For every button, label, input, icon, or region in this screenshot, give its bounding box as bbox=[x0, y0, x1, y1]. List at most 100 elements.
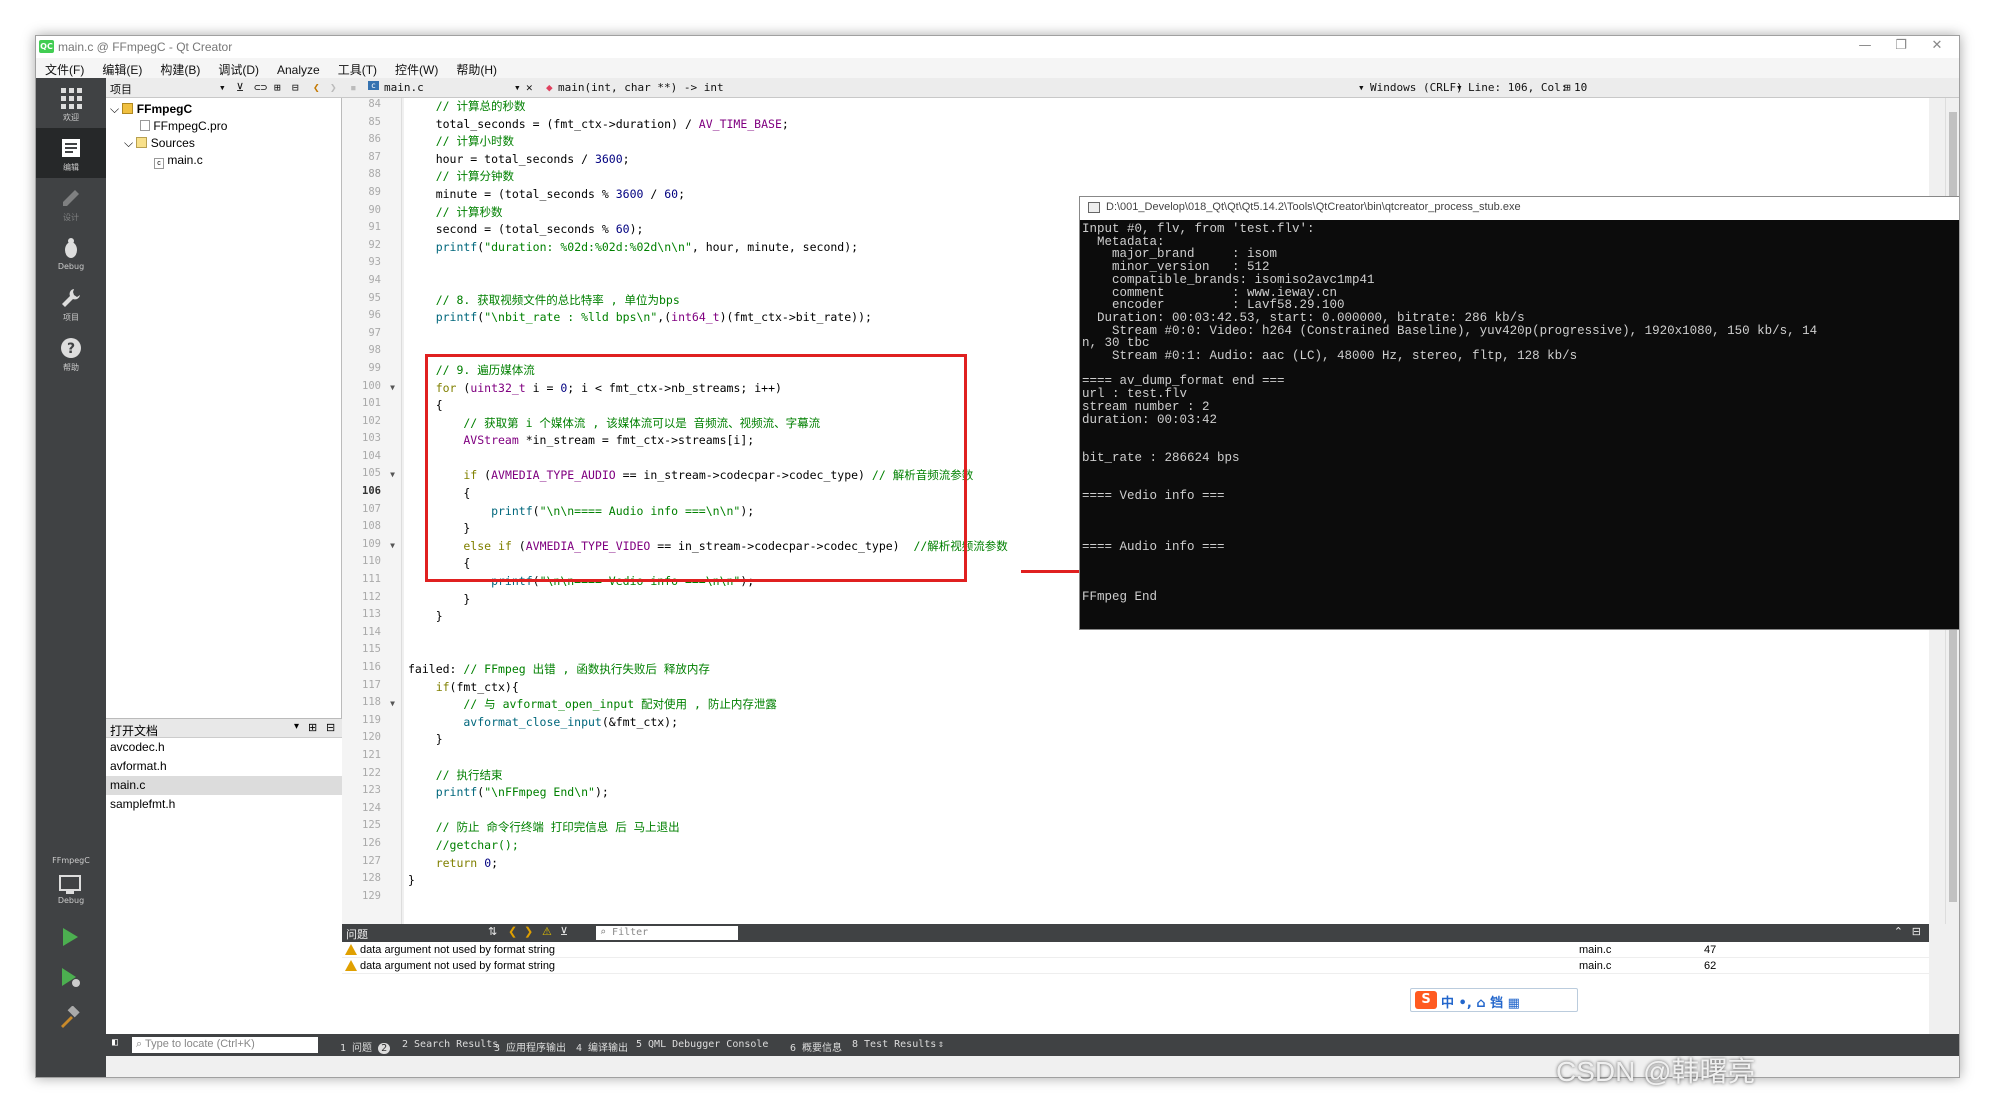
split-icon[interactable]: ⊞ bbox=[274, 81, 281, 94]
warning-filter-icon[interactable]: ⚠ bbox=[542, 925, 552, 938]
menu-tools[interactable]: 工具(T) bbox=[329, 58, 386, 78]
open-document-item[interactable]: samplefmt.h bbox=[106, 795, 342, 814]
maximize-button[interactable]: ❐ bbox=[1887, 38, 1915, 53]
menu-controls[interactable]: 控件(W) bbox=[386, 58, 447, 78]
console-window[interactable]: D:\001_Develop\018_Qt\Qt\Qt5.14.2\Tools\… bbox=[1079, 196, 1959, 630]
open-document-item[interactable]: avformat.h bbox=[106, 757, 342, 776]
line-number-value: 110 bbox=[362, 555, 381, 568]
pane-issues[interactable]: 1 问题 2 bbox=[340, 1039, 391, 1054]
mode-edit[interactable]: 编辑 bbox=[36, 128, 106, 178]
symbol-combo[interactable]: main(int, char **) -> int bbox=[558, 81, 724, 94]
issue-row[interactable]: data argument not used by format string m… bbox=[342, 958, 1929, 974]
svg-text:?: ? bbox=[67, 341, 75, 357]
ime-toolbar[interactable]: S 中 •, ⌂ 铛 ▦ bbox=[1410, 988, 1578, 1012]
line-ending-dropdown-icon[interactable]: ▾ bbox=[1358, 81, 1365, 94]
fold-marker-icon[interactable]: ▼ bbox=[390, 699, 395, 708]
tree-sources[interactable]: ⌵ Sources bbox=[124, 136, 195, 151]
pane-general-messages[interactable]: 6 概要信息 bbox=[790, 1039, 842, 1054]
line-number: 95 bbox=[342, 292, 401, 310]
code-token: // 与 avformat_open_input 配对使用 , 防止内存泄露 bbox=[408, 697, 777, 712]
pane-test-results[interactable]: 8 Test Results bbox=[852, 1039, 936, 1050]
mode-welcome[interactable]: 欢迎 bbox=[36, 78, 106, 128]
pencil-icon bbox=[63, 190, 79, 206]
code-line: } bbox=[404, 731, 1929, 749]
open-document-item[interactable]: avcodec.h bbox=[106, 738, 342, 757]
line-number: 99 bbox=[342, 362, 401, 380]
toggle-sidebar-icon[interactable]: ◧ bbox=[112, 1037, 118, 1048]
lock-icon: ▪ bbox=[350, 81, 357, 94]
maximize-pane-icon[interactable]: ⌃ bbox=[1894, 925, 1903, 938]
fold-marker-icon[interactable]: ▼ bbox=[390, 470, 395, 479]
console-output: Input #0, flv, from 'test.flv': Metadata… bbox=[1082, 222, 1818, 605]
close-pane-icon[interactable]: ⊟ bbox=[1912, 925, 1921, 938]
line-number: 121 bbox=[342, 749, 401, 767]
split-icon[interactable]: ⊞ bbox=[308, 721, 317, 734]
locator-input[interactable]: ⌕ Type to locate (Ctrl+K) bbox=[132, 1037, 318, 1053]
close-pane-icon[interactable]: ⊟ bbox=[292, 81, 299, 94]
cursor-dropdown-icon[interactable]: ▾ bbox=[1456, 81, 1463, 94]
issues-filter-input[interactable]: ⌕ Filter bbox=[596, 926, 738, 940]
target-selector[interactable]: Debug bbox=[36, 870, 106, 920]
tree-root[interactable]: ⌵ FFmpegC bbox=[110, 102, 192, 117]
menu-help[interactable]: 帮助(H) bbox=[447, 58, 506, 78]
open-document-item[interactable]: main.c bbox=[106, 776, 342, 795]
line-ending-combo[interactable]: Windows (CRLF) bbox=[1370, 81, 1463, 94]
close-document-icon[interactable]: ✕ bbox=[526, 81, 533, 94]
close-pane-icon[interactable]: ⊟ bbox=[326, 721, 335, 734]
run-icon[interactable] bbox=[59, 926, 81, 948]
pane-qml-debugger[interactable]: 5 QML Debugger Console bbox=[636, 1039, 768, 1050]
projects-dropdown-icon[interactable]: ▾ bbox=[219, 81, 226, 94]
minimize-button[interactable]: — bbox=[1851, 38, 1879, 53]
fold-marker-icon[interactable]: ▼ bbox=[390, 541, 395, 550]
code-token: printf bbox=[408, 239, 478, 254]
file-combo[interactable]: main.c bbox=[384, 81, 424, 94]
mode-debug[interactable]: Debug bbox=[36, 228, 106, 278]
build-hammer-icon[interactable] bbox=[59, 1006, 81, 1028]
next-icon[interactable]: ❯ bbox=[524, 925, 533, 938]
dropdown-icon[interactable]: ▾ bbox=[294, 721, 299, 732]
code-token: } bbox=[408, 591, 471, 606]
tree-pro-file[interactable]: FFmpegC.pro bbox=[140, 119, 227, 133]
line-number-value: 96 bbox=[368, 309, 381, 322]
pane-compile-output[interactable]: 4 编译输出 bbox=[576, 1039, 628, 1054]
back-icon[interactable]: ❮ bbox=[313, 81, 320, 94]
line-number-value: 122 bbox=[362, 766, 381, 779]
line-number-value: 123 bbox=[362, 784, 381, 797]
filter-icon[interactable]: ⊻ bbox=[236, 81, 244, 94]
file-combo-dropdown-icon[interactable]: ▾ bbox=[514, 81, 521, 94]
expand-icon[interactable]: ⌵ bbox=[110, 102, 119, 116]
menu-debug[interactable]: 调试(D) bbox=[209, 58, 268, 78]
sort-icon[interactable]: ⇅ bbox=[488, 925, 497, 938]
filter-icon[interactable]: ⊻ bbox=[560, 925, 568, 938]
line-number-value: 106 bbox=[362, 485, 381, 498]
link-icon[interactable]: ⊂⊃ bbox=[254, 81, 267, 94]
menu-build[interactable]: 构建(B) bbox=[151, 58, 209, 78]
prev-icon[interactable]: ❮ bbox=[508, 925, 517, 938]
code-line: total_seconds = (fmt_ctx->duration) / AV… bbox=[404, 116, 1929, 134]
code-token: "\nbit_rate : %lld bps\n" bbox=[484, 310, 658, 325]
menu-file[interactable]: 文件(F) bbox=[36, 58, 93, 78]
forward-icon[interactable]: ❯ bbox=[330, 81, 337, 94]
pane-application-output[interactable]: 3 应用程序输出 bbox=[494, 1039, 566, 1054]
more-panes-icon[interactable]: ⇕ bbox=[938, 1039, 944, 1050]
debug-run-icon[interactable] bbox=[59, 966, 81, 988]
mode-projects[interactable]: 项目 bbox=[36, 278, 106, 328]
tree-main-c[interactable]: c main.c bbox=[154, 153, 203, 169]
code-token: total_seconds = (fmt_ctx->duration) / bbox=[408, 116, 699, 131]
code-token: // FFmpeg 出错 , 函数执行失败后 释放内存 bbox=[463, 662, 710, 676]
line-number: 103 bbox=[342, 432, 401, 450]
close-button[interactable]: ✕ bbox=[1923, 38, 1951, 53]
console-title: D:\001_Develop\018_Qt\Qt\Qt5.14.2\Tools\… bbox=[1106, 201, 1521, 213]
mode-design[interactable]: 设计 bbox=[36, 178, 106, 228]
code-token: return bbox=[408, 855, 478, 870]
expand-icon[interactable]: ⌵ bbox=[124, 136, 133, 150]
code-token: )(fmt_ctx->bit_rate)); bbox=[719, 310, 872, 325]
menu-analyze[interactable]: Analyze bbox=[268, 60, 329, 77]
mode-help[interactable]: ? 帮助 bbox=[36, 328, 106, 378]
fold-marker-icon[interactable]: ▼ bbox=[390, 383, 395, 392]
pane-search-results[interactable]: 2 Search Results bbox=[402, 1039, 498, 1050]
menu-edit[interactable]: 编辑(E) bbox=[93, 58, 151, 78]
issue-row[interactable]: data argument not used by format string m… bbox=[342, 942, 1929, 958]
code-token: 60 bbox=[664, 186, 679, 201]
split-editor-icon[interactable]: ⊞ bbox=[1564, 81, 1571, 94]
